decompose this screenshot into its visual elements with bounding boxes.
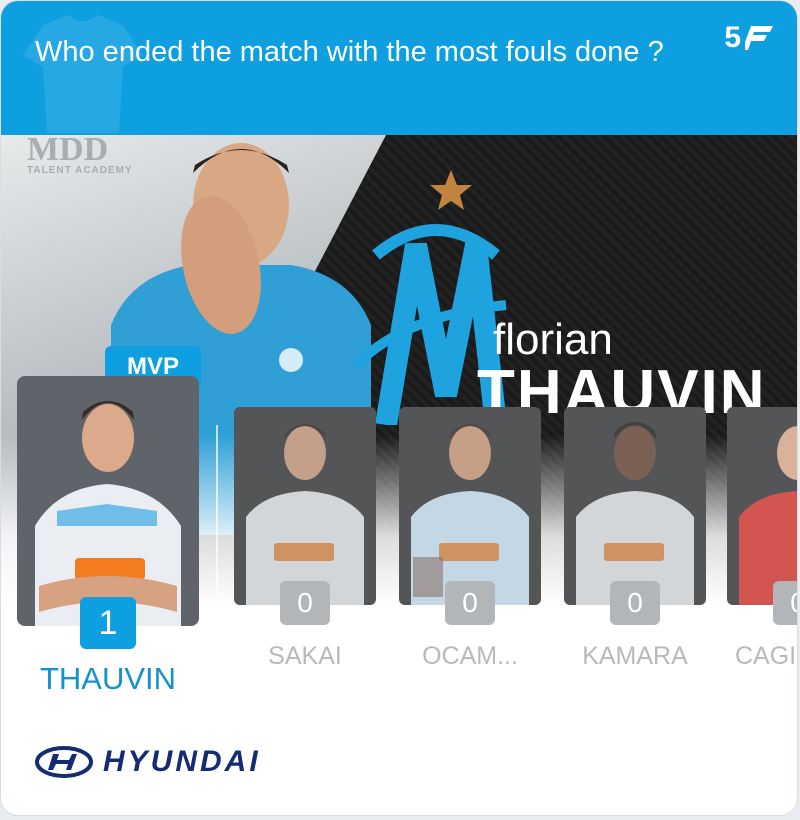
question-text: Who ended the match with the most fouls … <box>35 36 664 68</box>
question-header: Who ended the match with the most fouls … <box>1 1 797 135</box>
brand-f-icon <box>745 26 773 50</box>
academy-watermark-title: MDD <box>27 135 109 168</box>
player-card-kamara[interactable] <box>564 407 706 605</box>
player-count-badge: 0 <box>610 581 660 625</box>
player-count-badge: 0 <box>280 581 330 625</box>
player-name-label: THAUVIN <box>39 661 177 696</box>
player-photo <box>576 422 694 605</box>
player-card-sakai[interactable] <box>234 407 376 605</box>
player-count-badge: 1 <box>80 597 136 649</box>
sponsor-logo: HYUNDAI <box>35 745 261 779</box>
player-photo <box>411 424 529 605</box>
player-photo <box>739 426 797 605</box>
player-card-cagi[interactable] <box>727 407 797 605</box>
player-photo <box>35 401 181 626</box>
mvp-divider <box>216 425 218 597</box>
player-card-thauvin[interactable] <box>17 376 199 626</box>
player-name-label: OCAM... <box>422 642 518 670</box>
player-count-badge: 0 <box>445 581 495 625</box>
player-count-badge: 0 <box>773 581 797 625</box>
brand-logo: 5 <box>724 21 773 55</box>
player-card-ocampos[interactable] <box>399 407 541 605</box>
quiz-card: Who ended the match with the most fouls … <box>0 0 798 816</box>
player-photo <box>246 424 364 605</box>
player-name-label: CAGI <box>735 642 797 670</box>
brand-logo-text: 5 <box>724 21 742 54</box>
sponsor-name: HYUNDAI <box>103 745 261 778</box>
hyundai-logo-icon <box>35 746 93 778</box>
player-name-label: KAMARA <box>582 642 688 670</box>
player-name-label: SAKAI <box>268 642 342 670</box>
